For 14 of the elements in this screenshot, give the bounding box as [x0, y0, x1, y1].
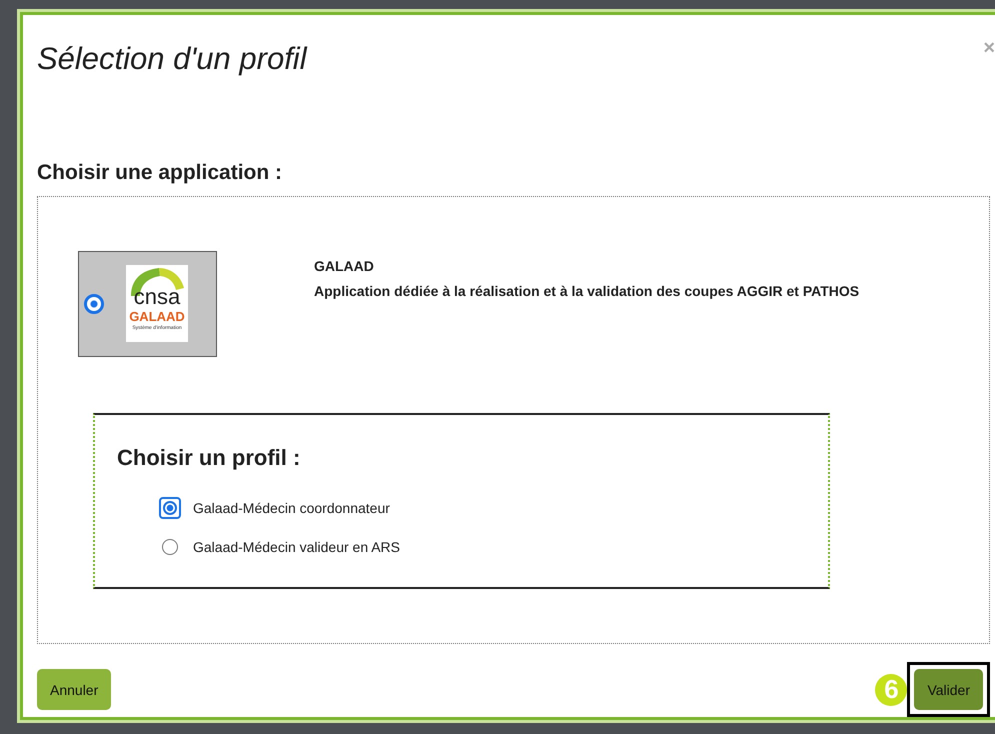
application-description: Application dédiée à la réalisation et à la validation des coupes AGGIR et PATHOS: [314, 282, 860, 301]
logo-text: GALAAD: [129, 310, 185, 324]
step-badge: 6: [875, 674, 908, 706]
cancel-button[interactable]: Annuler: [37, 669, 112, 710]
section-heading: Choisir un profil :: [117, 444, 302, 471]
section-heading: Choisir une application :: [37, 160, 284, 185]
radio-button[interactable]: [159, 497, 181, 520]
validate-button[interactable]: Valider: [914, 669, 983, 710]
radio-label: Galaad-Médecin valideur en ARS: [193, 539, 400, 556]
logo-text: cnsa: [134, 286, 180, 308]
dialog-title: Sélection d'un profil: [37, 41, 307, 77]
radio-label: Galaad-Médecin coordonnateur: [193, 500, 390, 516]
radio-button[interactable]: [84, 294, 104, 314]
application-name: GALAAD: [314, 256, 375, 276]
